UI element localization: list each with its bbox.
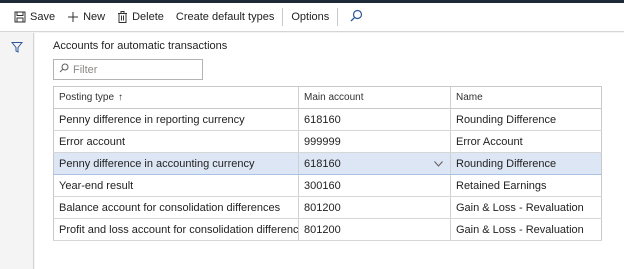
delete-button[interactable]: Delete [111, 3, 170, 31]
posting-type-cell: Penny difference in accounting currency [53, 152, 299, 175]
column-header-name[interactable]: Name [450, 86, 602, 109]
save-label: Save [30, 11, 56, 23]
trash-icon [117, 11, 128, 23]
table-row-selected[interactable]: Penny difference in accounting currency … [53, 152, 602, 175]
posting-type-cell: Year-end result [53, 174, 299, 197]
main-account-value: 618160 [304, 157, 341, 170]
name-cell: Error Account [450, 130, 602, 153]
table-row[interactable]: Year-end result 300160 Retained Earnings [53, 174, 602, 197]
toolbar-divider [282, 8, 284, 26]
delete-label: Delete [132, 11, 164, 23]
save-icon [14, 11, 26, 23]
create-default-types-button[interactable]: Create default types [170, 3, 280, 31]
posting-type-cell: Penny difference in reporting currency [53, 108, 299, 131]
column-header-main-account[interactable]: Main account [298, 86, 451, 109]
create-default-types-label: Create default types [175, 11, 275, 23]
search-icon [350, 9, 363, 25]
main-account-cell[interactable]: 801200 [298, 196, 451, 219]
options-tab[interactable]: Options [285, 3, 335, 31]
toolbar-divider [337, 8, 339, 26]
main-account-cell[interactable]: 618160 [298, 108, 451, 131]
search-icon [59, 63, 69, 76]
filter-input[interactable] [73, 63, 198, 76]
action-pane: Save New Delete Create default types Opt… [0, 3, 624, 32]
main-account-cell[interactable]: 618160 [298, 152, 451, 175]
table-row[interactable]: Balance account for consolidation differ… [53, 196, 602, 219]
new-button[interactable]: New [61, 3, 111, 31]
table-row[interactable]: Profit and loss account for consolidatio… [53, 218, 602, 241]
chevron-down-icon[interactable] [434, 158, 443, 170]
options-label: Options [291, 11, 330, 23]
posting-type-cell: Balance account for consolidation differ… [53, 196, 299, 219]
name-cell: Gain & Loss - Revaluation [450, 196, 602, 219]
column-header-posting-type[interactable]: Posting type ↑ [53, 86, 299, 109]
plus-icon [67, 11, 79, 23]
main-content: Accounts for automatic transactions Post… [35, 33, 624, 269]
table-row[interactable]: Error account 999999 Error Account [53, 130, 602, 153]
funnel-icon[interactable] [10, 41, 24, 56]
main-account-cell[interactable]: 801200 [298, 218, 451, 241]
filter-box[interactable] [53, 59, 203, 80]
filter-pane-rail [0, 33, 34, 269]
section-title: Accounts for automatic transactions [53, 40, 228, 52]
main-account-cell[interactable]: 300160 [298, 174, 451, 197]
main-account-cell[interactable]: 999999 [298, 130, 451, 153]
posting-type-cell: Error account [53, 130, 299, 153]
search-button[interactable] [340, 3, 373, 31]
new-label: New [83, 11, 106, 23]
sort-ascending-icon: ↑ [118, 92, 124, 103]
accounts-grid: Posting type ↑ Main account Name Penny di… [53, 86, 602, 241]
name-cell: Retained Earnings [450, 174, 602, 197]
table-row[interactable]: Penny difference in reporting currency 6… [53, 108, 602, 131]
name-cell: Rounding Difference [450, 108, 602, 131]
name-cell: Gain & Loss - Revaluation [450, 218, 602, 241]
grid-header-row: Posting type ↑ Main account Name [53, 86, 602, 109]
save-button[interactable]: Save [8, 3, 61, 31]
posting-type-cell: Profit and loss account for consolidatio… [53, 218, 299, 241]
name-cell: Rounding Difference [450, 152, 602, 175]
